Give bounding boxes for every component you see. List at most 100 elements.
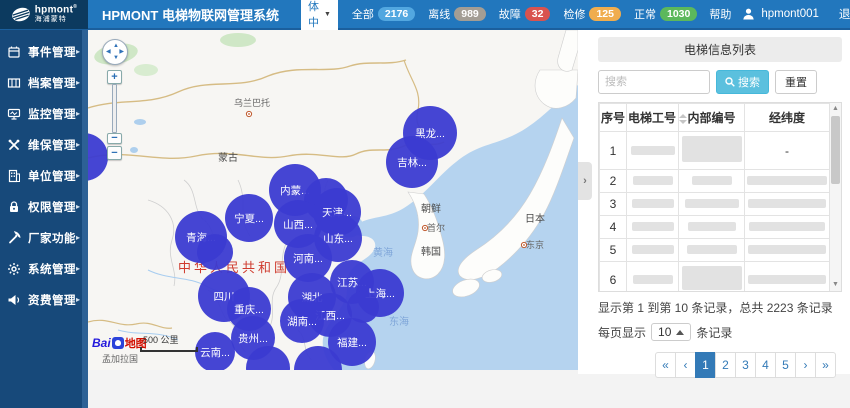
zoom-in-button[interactable]: + bbox=[107, 70, 122, 84]
map-cluster[interactable]: 湖南... bbox=[280, 299, 324, 343]
cell-serial: 2 bbox=[600, 170, 627, 193]
search-icon bbox=[725, 77, 735, 87]
page-button-5[interactable]: 5 bbox=[775, 352, 796, 378]
calendar-icon bbox=[7, 45, 23, 59]
sidebar-item-events[interactable]: 事件管理▸ bbox=[0, 36, 88, 67]
submenu-arrow-icon: ▸ bbox=[76, 109, 80, 118]
logout-button[interactable]: 退出 bbox=[839, 6, 850, 22]
pan-right-icon[interactable]: ▶ bbox=[119, 49, 124, 55]
redacted-cell-content bbox=[631, 146, 675, 155]
cell-serial: 1 bbox=[600, 132, 627, 170]
status-filter-检修[interactable]: 检修 125 bbox=[563, 6, 621, 22]
redacted-cell-content bbox=[632, 245, 674, 254]
page-button-4[interactable]: 4 bbox=[755, 352, 776, 378]
city-marker-dot bbox=[424, 227, 426, 229]
submenu-arrow-icon: ▸ bbox=[76, 295, 80, 304]
username-text: hpmont001 bbox=[761, 8, 819, 20]
table-row[interactable]: 4 bbox=[600, 216, 830, 239]
cluster-label: 河南... bbox=[293, 252, 323, 265]
sidebar-item-label: 厂家功能 bbox=[28, 230, 76, 246]
page-button-»[interactable]: » bbox=[815, 352, 836, 378]
search-input[interactable] bbox=[598, 70, 710, 94]
page-button-›[interactable]: › bbox=[795, 352, 816, 378]
map-cluster[interactable]: 宁夏... bbox=[225, 194, 273, 242]
cluster-label: 重庆... bbox=[234, 303, 264, 316]
pan-down-icon[interactable]: ▼ bbox=[113, 55, 119, 61]
sidebar-item-label: 权限管理 bbox=[28, 199, 76, 215]
zoom-slider-handle[interactable]: − bbox=[107, 133, 122, 144]
map-label: 朝鲜 bbox=[421, 202, 441, 215]
cell-coordinates bbox=[745, 170, 830, 193]
table-scrollbar[interactable]: ▲ ▼ bbox=[829, 103, 841, 291]
page-button-«[interactable]: « bbox=[655, 352, 676, 378]
status-filter-故障[interactable]: 故障32 bbox=[499, 6, 551, 22]
redacted-cell-content bbox=[748, 275, 826, 284]
help-link[interactable]: 帮助 bbox=[709, 6, 731, 22]
logo-swoosh-icon bbox=[11, 7, 31, 22]
city-marker-dot bbox=[248, 113, 250, 115]
pan-left-icon[interactable]: ◀ bbox=[106, 49, 111, 55]
app-root: hpmont® 海浦蒙特 HPMONT 电梯物联网管理系统 简体中文 ▼ 全部2… bbox=[0, 0, 850, 408]
sidebar-item-permissions[interactable]: 权限管理▸ bbox=[0, 191, 88, 222]
panel-collapse-toggle[interactable]: › bbox=[578, 162, 592, 200]
pan-up-icon[interactable]: ▲ bbox=[113, 43, 119, 49]
search-button-label: 搜索 bbox=[738, 74, 760, 90]
column-header-内部编号: 内部编号 bbox=[679, 104, 745, 132]
table-row[interactable]: 6 bbox=[600, 262, 830, 293]
sidebar-item-fees[interactable]: 资费管理▸ bbox=[0, 284, 88, 315]
sidebar-item-label: 维保管理 bbox=[28, 137, 76, 153]
table-row[interactable]: 2 bbox=[600, 170, 830, 193]
zoom-slider-track[interactable] bbox=[112, 84, 117, 133]
zoom-out-button[interactable]: − bbox=[107, 146, 122, 160]
table-header-row: 序号电梯工号内部编号经纬度 bbox=[600, 104, 830, 132]
scroll-down-icon[interactable]: ▼ bbox=[830, 279, 841, 291]
cluster-circle[interactable] bbox=[197, 234, 233, 270]
table-row[interactable]: 5 bbox=[600, 239, 830, 262]
redacted-cell-content bbox=[688, 222, 736, 231]
page-button-1[interactable]: 1 bbox=[695, 352, 716, 378]
page-button-2[interactable]: 2 bbox=[715, 352, 736, 378]
map-cluster[interactable]: 吉林... bbox=[386, 136, 438, 188]
elevator-table: 序号电梯工号内部编号经纬度 1-23456 ▲ ▼ bbox=[598, 102, 842, 292]
status-count-badge: 2176 bbox=[378, 7, 415, 21]
logo-reg-mark: ® bbox=[73, 4, 77, 10]
column-header-电梯工号[interactable]: 电梯工号 bbox=[627, 104, 679, 132]
city-marker-dot bbox=[523, 244, 525, 246]
status-filter-离线[interactable]: 离线989 bbox=[428, 6, 486, 22]
sidebar-item-system[interactable]: 系统管理▸ bbox=[0, 253, 88, 284]
table-row[interactable]: 1- bbox=[600, 132, 830, 170]
user-account[interactable]: hpmont001 bbox=[741, 7, 819, 21]
page-button-‹[interactable]: ‹ bbox=[675, 352, 696, 378]
sidebar-item-label: 单位管理 bbox=[28, 168, 76, 184]
page-button-3[interactable]: 3 bbox=[735, 352, 756, 378]
status-count-badge: 125 bbox=[589, 7, 621, 21]
status-label: 离线 bbox=[428, 6, 450, 22]
map-canvas[interactable]: 乌兰巴托蒙古朝鲜首尔韩国日本东京黄海东海孟加拉国中华人民共和国 ...黑龙...… bbox=[88, 30, 578, 370]
cluster-label: 山东... bbox=[323, 232, 353, 245]
cell-elevator-id bbox=[627, 170, 679, 193]
cell-coordinates bbox=[745, 262, 830, 293]
status-filter-全部[interactable]: 全部2176 bbox=[352, 6, 415, 22]
status-label: 检修 bbox=[563, 6, 585, 22]
sidebar-item-factory[interactable]: 厂家功能▸ bbox=[0, 222, 88, 253]
chevron-down-icon: ▼ bbox=[324, 11, 331, 18]
sidebar-item-monitoring[interactable]: 监控管理▸ bbox=[0, 98, 88, 129]
sort-icon[interactable] bbox=[679, 114, 687, 124]
column-header-经纬度: 经纬度 bbox=[745, 104, 830, 132]
baidu-logo-text: Bai bbox=[92, 336, 111, 350]
sidebar-item-units[interactable]: 单位管理▸ bbox=[0, 160, 88, 191]
sidebar-item-maintenance[interactable]: 维保管理▸ bbox=[0, 129, 88, 160]
search-button[interactable]: 搜索 bbox=[716, 70, 769, 94]
reset-button[interactable]: 重置 bbox=[775, 70, 817, 94]
status-filter-正常[interactable]: 正常1030 bbox=[634, 6, 697, 22]
map-scale-bar bbox=[140, 347, 198, 352]
scroll-up-icon[interactable]: ▲ bbox=[830, 103, 841, 115]
map-pan-control[interactable]: ▲ ▼ ◀ ▶ bbox=[102, 39, 128, 65]
map-cluster[interactable] bbox=[197, 234, 233, 270]
status-badges: 全部2176 离线989 故障32 检修 125 正常1030 bbox=[352, 6, 697, 22]
cluster-label: 湖南... bbox=[287, 315, 317, 328]
table-row[interactable]: 3 bbox=[600, 193, 830, 216]
page-size-select[interactable]: 10 bbox=[651, 323, 691, 341]
sidebar-item-archives[interactable]: 档案管理▸ bbox=[0, 67, 88, 98]
scrollbar-thumb[interactable] bbox=[831, 116, 840, 184]
